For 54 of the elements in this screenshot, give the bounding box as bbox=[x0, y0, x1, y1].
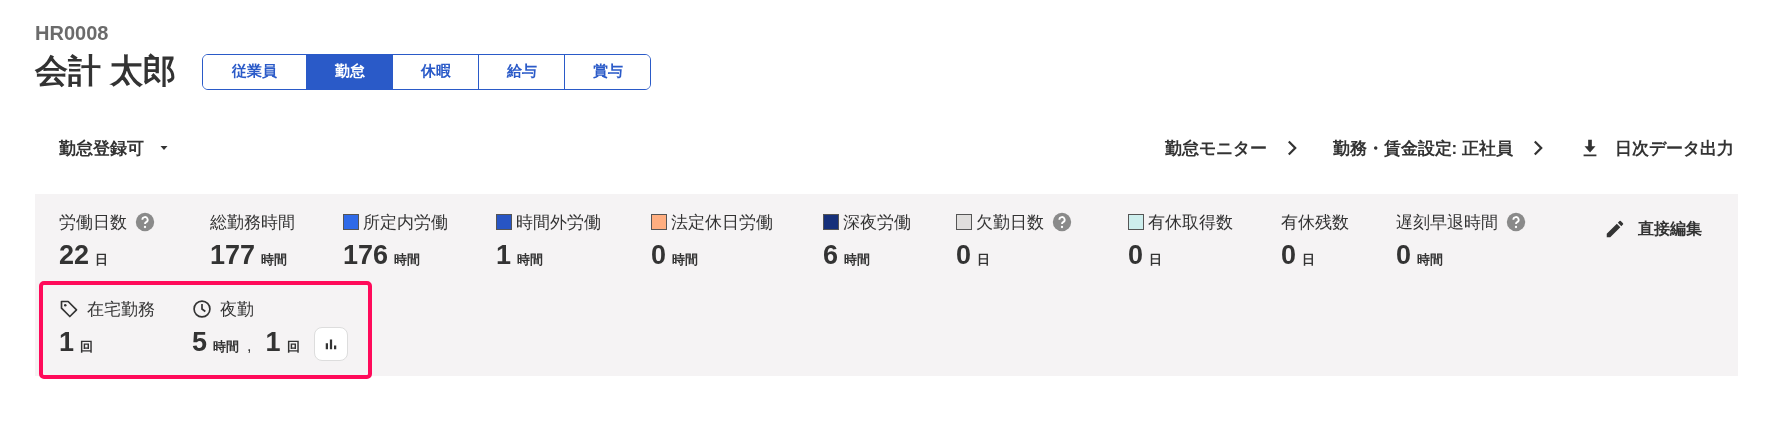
stat-value: 0 bbox=[651, 240, 667, 271]
stat-value: 1 bbox=[265, 327, 281, 358]
edit-button[interactable]: 直接編集 bbox=[1596, 210, 1710, 248]
stat-unit: 時間 bbox=[517, 251, 544, 269]
tag-icon bbox=[59, 299, 79, 319]
stat-unit: 回 bbox=[286, 338, 300, 356]
stat-label: 遅刻早退時間 bbox=[1396, 211, 1498, 234]
pencil-icon bbox=[1604, 218, 1626, 240]
stat-unit: 日 bbox=[1149, 251, 1163, 269]
stat-value: 0 bbox=[1396, 240, 1412, 271]
stat-value: 6 bbox=[823, 240, 839, 271]
stat-value: 176 bbox=[343, 240, 389, 271]
stat-label: 所定内労働 bbox=[363, 211, 448, 234]
stat-label: 在宅勤務 bbox=[87, 298, 155, 321]
chart-button[interactable] bbox=[313, 327, 348, 361]
stat-value: 1 bbox=[59, 327, 75, 358]
stat-unit: 日 bbox=[95, 251, 109, 269]
stat-label: 夜勤 bbox=[220, 298, 254, 321]
nav-link[interactable]: 勤怠モニター bbox=[1160, 130, 1301, 166]
stat-label: 有休残数 bbox=[1281, 211, 1349, 234]
stat-value: 0 bbox=[956, 240, 972, 271]
stat-label: 総勤務時間 bbox=[210, 211, 295, 234]
stat-label: 労働日数 bbox=[59, 211, 127, 234]
chevron-icon bbox=[1533, 140, 1543, 156]
stat-unit: 日 bbox=[977, 251, 991, 269]
status-dropdown[interactable]: 勤怠登録可 bbox=[35, 130, 182, 166]
stat-unit: 時間 bbox=[1417, 251, 1444, 269]
stat-unit: 時間 bbox=[844, 251, 871, 269]
chevron-icon bbox=[1286, 140, 1297, 156]
export-button[interactable]: 日次データ出力 bbox=[1575, 130, 1738, 166]
clock-icon bbox=[192, 299, 212, 319]
tab[interactable]: 賞与 bbox=[564, 54, 651, 89]
nav-link[interactable]: 勤務・賃金設定: 正社員 bbox=[1328, 130, 1547, 166]
stat-value: 1 bbox=[496, 240, 512, 271]
separator: , bbox=[247, 337, 252, 355]
stat-value: 5 bbox=[192, 327, 208, 358]
stat-value: 22 bbox=[59, 240, 90, 271]
stat-label: 法定休日労働 bbox=[671, 211, 773, 234]
stat-unit: 時間 bbox=[672, 251, 699, 269]
employee-name: 会計 太郎 bbox=[35, 51, 177, 91]
stat-unit: 時間 bbox=[213, 338, 240, 356]
stat-value: 177 bbox=[210, 240, 256, 271]
stat-unit: 時間 bbox=[261, 251, 288, 269]
tab[interactable]: 勤怠 bbox=[306, 54, 393, 89]
stat-unit: 回 bbox=[80, 338, 94, 356]
stat-label: 有休取得数 bbox=[1148, 211, 1233, 234]
stat-unit: 時間 bbox=[394, 251, 421, 269]
stat-label: 欠勤日数 bbox=[976, 211, 1044, 234]
stat-unit: 日 bbox=[1302, 251, 1316, 269]
stat-value: 0 bbox=[1128, 240, 1144, 271]
stat-value: 0 bbox=[1281, 240, 1297, 271]
stat-label: 深夜労働 bbox=[843, 211, 911, 234]
stat-label: 時間外労働 bbox=[516, 211, 601, 234]
employee-code: HR0008 bbox=[35, 22, 110, 45]
